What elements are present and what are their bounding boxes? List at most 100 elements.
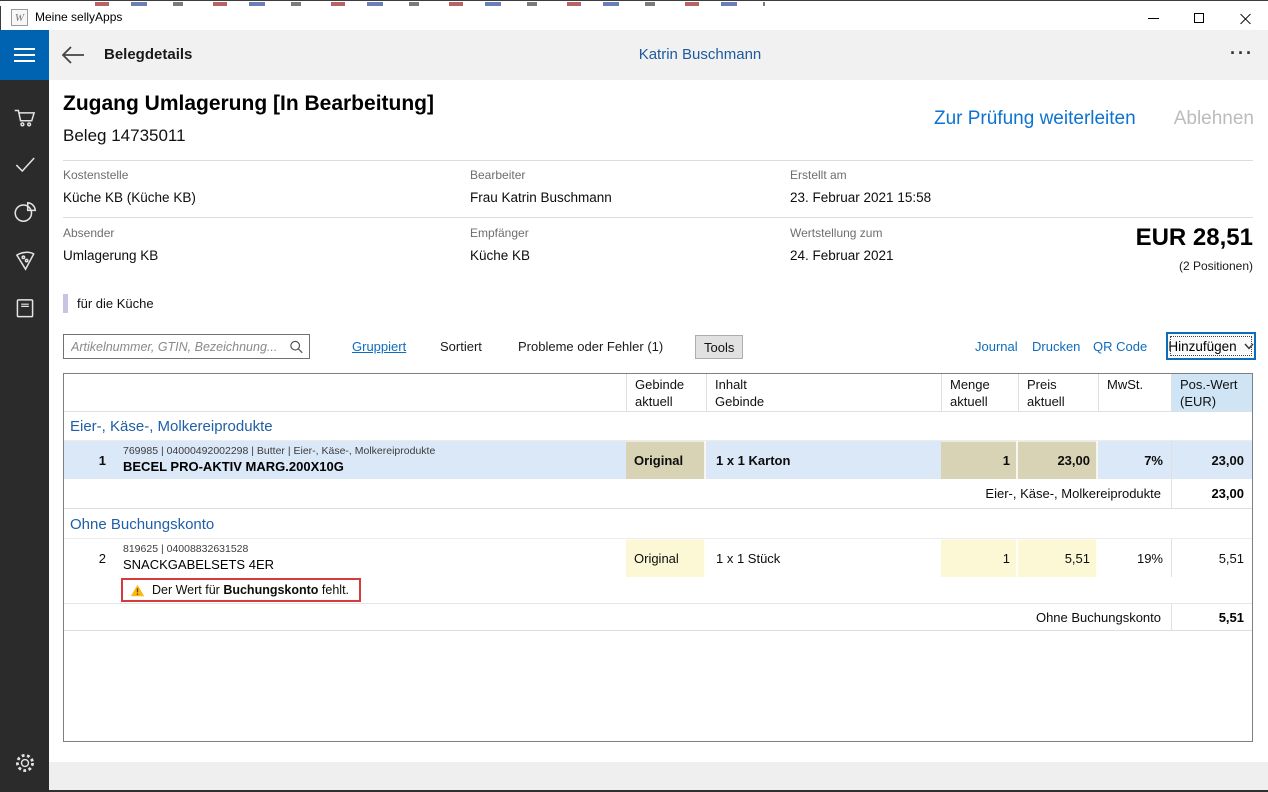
cell-mwst: 7%: [1098, 441, 1171, 479]
minimize-button[interactable]: [1130, 6, 1176, 30]
note-marker: [63, 294, 68, 313]
cell-preis: 5,51: [1018, 539, 1098, 577]
document-note: für die Küche: [63, 294, 154, 313]
document-total: EUR 28,51 (2 Positionen): [1136, 224, 1253, 273]
sidebar-item-settings[interactable]: [0, 739, 49, 786]
sidebar-nav: [0, 80, 49, 792]
table-row[interactable]: 2 819625 | 04008832631528 SNACKGABELSETS…: [64, 539, 1252, 577]
col-header-preis: Preis aktuell: [1018, 374, 1098, 411]
col-header-inhalt: Inhalt Gebinde: [706, 374, 941, 411]
journal-link[interactable]: Journal: [975, 339, 1018, 354]
window-titlebar: W Meine sellyApps: [0, 6, 1268, 30]
hamburger-menu-button[interactable]: [0, 30, 49, 80]
article-meta: 819625 | 04008832631528: [123, 543, 626, 555]
qr-code-link[interactable]: QR Code: [1093, 339, 1147, 354]
print-link[interactable]: Drucken: [1032, 339, 1080, 354]
footer-strip: [49, 762, 1268, 790]
back-button[interactable]: [60, 43, 86, 67]
article-search-box: [63, 334, 310, 359]
row-number: 2: [64, 539, 116, 577]
reject-button[interactable]: Ablehnen: [1174, 108, 1254, 130]
col-header-mwst: MwSt.: [1098, 374, 1171, 411]
group-subtotal-row: Eier-, Käse-, Molkereiprodukte 23,00: [64, 479, 1252, 509]
settings-gear-icon: [12, 750, 38, 776]
positions-table: Gebinde aktuell Inhalt Gebinde Menge akt…: [63, 373, 1253, 742]
minimize-icon: [1148, 18, 1159, 19]
filter-sorted[interactable]: Sortiert: [440, 339, 482, 354]
close-icon: [1240, 13, 1251, 24]
subtotal-label: Eier-, Käse-, Molkereiprodukte: [64, 479, 1171, 508]
cell-mwst: 19%: [1098, 539, 1171, 577]
group-subtotal-row: Ohne Buchungskonto 5,51: [64, 604, 1252, 631]
subtotal-value: 5,51: [1171, 604, 1252, 630]
field-empfaenger: EmpfängerKüche KB: [470, 226, 770, 263]
article-name: SNACKGABELSETS 4ER: [123, 557, 626, 572]
header-user-name[interactable]: Katrin Buschmann: [560, 30, 840, 80]
group-header[interactable]: Ohne Buchungskonto: [64, 509, 1252, 539]
row-number: 1: [64, 441, 116, 479]
cell-poswert: 23,00: [1171, 441, 1252, 479]
forward-for-review-button[interactable]: Zur Prüfung weiterleiten: [934, 108, 1136, 130]
note-text: für die Küche: [77, 296, 154, 311]
sidebar-item-approvals[interactable]: [0, 140, 49, 187]
document-number: Beleg 14735011: [63, 126, 186, 146]
cell-inhalt: 1 x 1 Karton: [706, 441, 941, 479]
back-arrow-icon: [60, 43, 86, 67]
subtotal-label: Ohne Buchungskonto: [64, 604, 1171, 630]
cell-gebinde: Original: [626, 441, 706, 479]
app-window: W Meine sellyApps Belegdetails Katrin Bu…: [0, 0, 1268, 792]
cell-preis: 23,00: [1018, 441, 1098, 479]
table-header-row: Gebinde aktuell Inhalt Gebinde Menge akt…: [64, 374, 1252, 412]
items-toolbar: Gruppiert Sortiert Probleme oder Fehler …: [49, 334, 1268, 364]
validation-warning-box: Der Wert für Buchungskonto fehlt.: [121, 578, 361, 602]
maximize-button[interactable]: [1176, 6, 1222, 30]
page-title: Belegdetails: [104, 30, 192, 80]
warning-triangle-icon: [130, 584, 145, 597]
subtotal-value: 23,00: [1171, 479, 1252, 508]
article-name: BECEL PRO-AKTIV MARG.200X10G: [123, 459, 626, 474]
divider: [63, 217, 1253, 218]
col-header-poswert: Pos.-Wert (EUR): [1171, 374, 1252, 411]
chevron-down-icon: [1244, 343, 1254, 350]
field-bearbeiter: BearbeiterFrau Katrin Buschmann: [470, 168, 770, 205]
cell-inhalt: 1 x 1 Stück: [706, 539, 941, 577]
pizza-slice-icon: [12, 247, 38, 273]
cell-menge: 1: [941, 441, 1018, 479]
cart-icon: [12, 104, 38, 130]
validation-warning-row: Der Wert für Buchungskonto fehlt.: [64, 577, 1252, 604]
filter-grouped[interactable]: Gruppiert: [352, 339, 406, 354]
col-header-menge: Menge aktuell: [941, 374, 1018, 411]
pie-chart-icon: [12, 199, 38, 225]
group-header[interactable]: Eier-, Käse-, Molkereiprodukte: [64, 412, 1252, 441]
window-title: Meine sellyApps: [35, 10, 122, 24]
filter-problems[interactable]: Probleme oder Fehler (1): [518, 339, 663, 354]
article-search-input[interactable]: [64, 335, 286, 358]
search-icon: [289, 339, 304, 355]
sidebar-item-menu-planning[interactable]: [0, 236, 49, 283]
tools-button[interactable]: Tools: [695, 335, 743, 359]
maximize-icon: [1194, 13, 1204, 23]
field-kostenstelle: KostenstelleKüche KB (Küche KB): [63, 168, 363, 205]
col-header-gebinde: Gebinde aktuell: [626, 374, 706, 411]
more-options-button[interactable]: ···: [1230, 30, 1254, 80]
article-description: 819625 | 04008832631528 SNACKGABELSETS 4…: [116, 539, 626, 577]
cell-gebinde: Original: [626, 539, 706, 577]
document-title: Zugang Umlagerung [In Bearbeitung]: [63, 92, 434, 116]
total-positions: (2 Positionen): [1136, 259, 1253, 273]
sidebar-item-orders[interactable]: [0, 93, 49, 140]
sidebar-item-reports[interactable]: [0, 188, 49, 235]
divider: [63, 160, 1253, 161]
add-button[interactable]: Hinzufügen: [1166, 332, 1256, 360]
cell-poswert: 5,51: [1171, 539, 1252, 577]
article-meta: 769985 | 04000492002298 | Butter | Eier-…: [123, 445, 626, 457]
table-row-selected[interactable]: 1 769985 | 04000492002298 | Butter | Eie…: [64, 441, 1252, 479]
article-description: 769985 | 04000492002298 | Butter | Eier-…: [116, 441, 626, 479]
document-detail-panel: Zugang Umlagerung [In Bearbeitung] Beleg…: [49, 80, 1268, 762]
app-logo-icon: W: [11, 9, 28, 26]
field-wertstellung: Wertstellung zum24. Februar 2021: [790, 226, 1090, 263]
book-icon: [12, 295, 38, 321]
sidebar-item-catalog[interactable]: [0, 284, 49, 331]
app-header: Belegdetails Katrin Buschmann ···: [0, 30, 1268, 80]
close-button[interactable]: [1222, 6, 1268, 30]
checkmark-icon: [12, 151, 38, 177]
